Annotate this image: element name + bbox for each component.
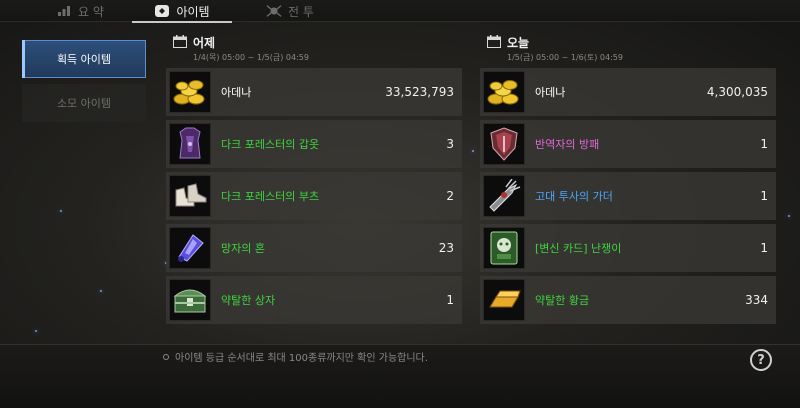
item-count: 1: [446, 293, 454, 307]
calendar-icon: [487, 35, 501, 48]
item-row[interactable]: [변신 카드] 난쟁이 1: [480, 224, 776, 272]
top-tab-bar: 요 약 아이템 전 투: [0, 0, 800, 23]
dark-armor-icon: [169, 123, 211, 165]
item-name: [변신 카드] 난쟁이: [535, 242, 622, 255]
item-count: 2: [446, 189, 454, 203]
item-row[interactable]: 망자의 혼 23: [166, 224, 462, 272]
item-count: 1: [760, 189, 768, 203]
item-name: 아데나: [221, 86, 252, 99]
calendar-icon: [173, 35, 187, 48]
help-button[interactable]: ?: [750, 349, 772, 371]
item-row[interactable]: 다크 포레스터의 부츠 2: [166, 172, 462, 220]
sidebar-item-acquired[interactable]: 획득 아이템: [22, 40, 146, 78]
today-title: 오늘: [507, 36, 530, 50]
chart-icon: [56, 4, 72, 18]
background-sparkle: [788, 215, 790, 217]
guarder-icon: [483, 175, 525, 217]
item-name: 다크 포레스터의 갑옷: [221, 138, 320, 151]
background-sparkle: [472, 150, 474, 152]
item-count: 334: [745, 293, 768, 307]
yesterday-range: 1/4(목) 05:00 ~ 1/5(금) 04:59: [193, 53, 309, 62]
item-name: 약탈한 황금: [535, 294, 590, 307]
item-name: 다크 포레스터의 부츠: [221, 190, 320, 203]
item-name: 아데나: [535, 86, 566, 99]
today-column: 오늘 1/5(금) 05:00 ~ 1/6(토) 04:59 아데나 4,300,…: [480, 30, 790, 324]
adena-coins-icon: [169, 71, 211, 113]
item-row[interactable]: 반역자의 방패 1: [480, 120, 776, 168]
tab-battle-label: 전 투: [288, 4, 314, 19]
notice-text: 아이템 등급 순서대로 최대 100종류까지만 확인 가능합니다.: [175, 353, 428, 364]
item-name: 고대 투사의 가더: [535, 190, 613, 203]
background-sparkle: [35, 330, 37, 332]
item-count: 4,300,035: [706, 85, 768, 99]
gold-bar-icon: [483, 279, 525, 321]
item-name: 반역자의 방패: [535, 138, 600, 151]
item-row[interactable]: 약탈한 상자 1: [166, 276, 462, 324]
item-count: 23: [438, 241, 454, 255]
yesterday-column: 어제 1/4(목) 05:00 ~ 1/5(금) 04:59 아데나 33,523…: [166, 30, 476, 324]
chest-icon: [169, 279, 211, 321]
transform-card-icon: [483, 227, 525, 269]
item-count: 3: [446, 137, 454, 151]
item-name: 약탈한 상자: [221, 294, 276, 307]
notice: 아이템 등급 순서대로 최대 100종류까지만 확인 가능합니다.: [163, 349, 428, 364]
background-sparkle: [60, 210, 62, 212]
sidebar-item-label: 획득 아이템: [56, 53, 112, 66]
item-count: 1: [760, 137, 768, 151]
adena-coins-icon: [483, 71, 525, 113]
item-row[interactable]: 아데나 4,300,035: [480, 68, 776, 116]
item-row[interactable]: 다크 포레스터의 갑옷 3: [166, 120, 462, 168]
help-icon: ?: [757, 352, 765, 368]
boots-icon: [169, 175, 211, 217]
item-count: 1: [760, 241, 768, 255]
tab-battle[interactable]: 전 투: [240, 0, 340, 22]
item-row[interactable]: 아데나 33,523,793: [166, 68, 462, 116]
bottom-bar: 아이템 등급 순서대로 최대 100종류까지만 확인 가능합니다. ?: [0, 344, 800, 408]
sidebar-item-consumed[interactable]: 소모 아이템: [22, 84, 146, 122]
info-bullet-icon: [163, 353, 169, 360]
shield-icon: [483, 123, 525, 165]
tab-items[interactable]: 아이템: [132, 0, 232, 23]
battle-icon: [266, 4, 282, 18]
tab-items-label: 아이템: [176, 4, 210, 19]
sidebar-item-label: 소모 아이템: [56, 97, 112, 110]
item-row[interactable]: 약탈한 황금 334: [480, 276, 776, 324]
yesterday-title: 어제: [193, 36, 216, 50]
item-row[interactable]: 고대 투사의 가더 1: [480, 172, 776, 220]
item-count: 33,523,793: [385, 85, 454, 99]
background-sparkle: [100, 290, 102, 292]
today-range: 1/5(금) 05:00 ~ 1/6(토) 04:59: [507, 53, 623, 62]
item-name: 망자의 혼: [221, 242, 265, 255]
today-header: 오늘 1/5(금) 05:00 ~ 1/6(토) 04:59: [480, 30, 790, 66]
soul-crystal-icon: [169, 227, 211, 269]
yesterday-header: 어제 1/4(목) 05:00 ~ 1/5(금) 04:59: [166, 30, 476, 66]
tab-summary[interactable]: 요 약: [30, 0, 130, 22]
tab-summary-label: 요 약: [78, 4, 104, 19]
bag-icon: [154, 4, 170, 18]
